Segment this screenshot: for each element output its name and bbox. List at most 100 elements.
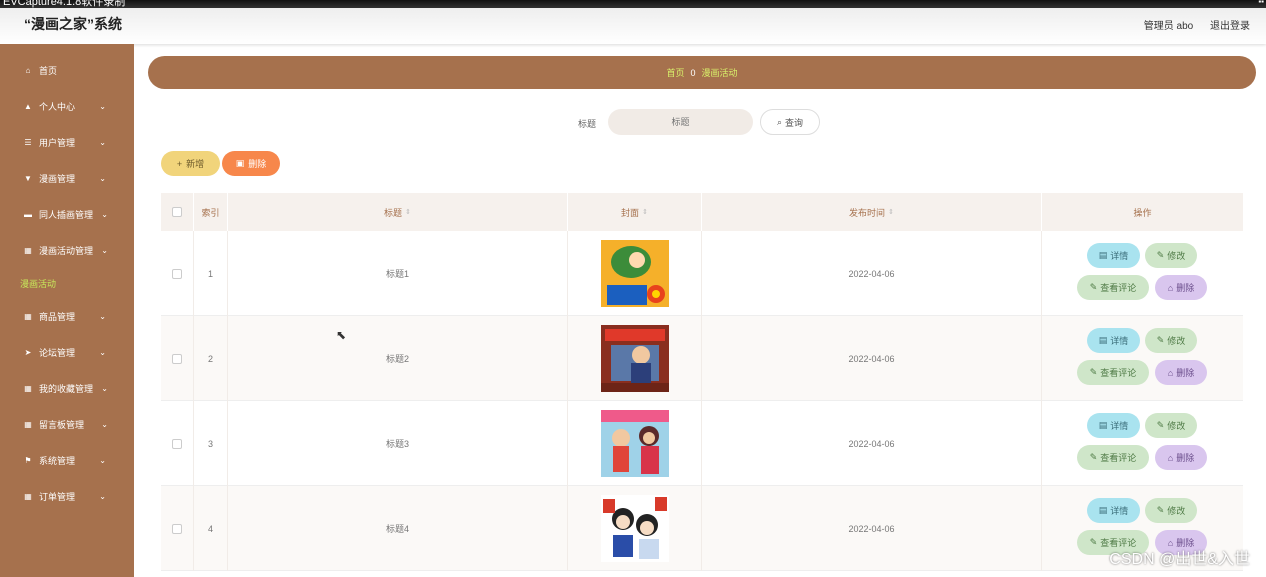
search-button[interactable]: ⌕ 查询 [760, 109, 820, 135]
row-time: 2022-04-06 [702, 231, 1042, 316]
trash-icon: ⌂ [1167, 452, 1174, 463]
row-checkbox[interactable] [172, 438, 182, 449]
add-button[interactable]: + 新增 [161, 151, 220, 176]
sidebar-item-comics[interactable]: ▼ 漫画管理 ⌄ [0, 160, 134, 196]
header-cover[interactable]: 封面 ⇕ [568, 193, 702, 231]
sidebar-item-orders[interactable]: ▦ 订单管理 ⌄ [0, 478, 134, 514]
edit-button[interactable]: ✎ 修改 [1145, 243, 1197, 268]
detail-button[interactable]: ▤ 详情 [1087, 413, 1140, 438]
app-title: “漫画之家”系统 [24, 16, 122, 32]
sidebar-item-products[interactable]: ▦ 商品管理 ⌄ [0, 298, 134, 334]
detail-label: 详情 [1110, 336, 1129, 346]
trash-icon: ⌂ [1167, 282, 1174, 293]
row-index: 4 [194, 486, 228, 571]
row-ops: ▤ 详情 ✎ 修改 ✎ 查看评论 ⌂ 删除 [1042, 316, 1243, 401]
breadcrumb-home[interactable]: 首页 [666, 66, 684, 79]
chevron-down-icon: ⌄ [99, 101, 106, 111]
row-time: 2022-04-06 [702, 401, 1042, 486]
logout-link[interactable]: 退出登录 [1210, 21, 1250, 32]
delete-button[interactable]: ⌂ 删除 [1155, 275, 1207, 300]
header-cover-label: 封面 [621, 207, 640, 218]
header-time[interactable]: 发布时间 ⇕ [702, 193, 1042, 231]
sidebar-item-favorites[interactable]: ▦ 我的收藏管理 ⌄ [0, 370, 134, 406]
user-icon: ▲ [24, 101, 32, 111]
search-label: 标题 [578, 119, 597, 129]
delete-button[interactable]: ⌂ 删除 [1155, 445, 1207, 470]
sidebar-item-label: 订单管理 [39, 491, 76, 502]
cover-art [600, 410, 669, 477]
row-title: 标题1 [228, 231, 568, 316]
row-cover-cell [568, 231, 702, 316]
row-checkbox[interactable] [172, 523, 182, 534]
sidebar-item-label: 漫画活动管理 [39, 245, 94, 256]
chevron-down-icon: ⌄ [99, 137, 106, 147]
delete-label: 删除 [1176, 453, 1195, 463]
trash-icon: ▣ [235, 158, 245, 168]
detail-label: 详情 [1110, 251, 1129, 261]
grid-icon: ▦ [24, 245, 32, 255]
cover-image[interactable] [600, 240, 669, 307]
edit-icon: ✎ [1156, 250, 1165, 260]
row-checkbox-cell [161, 316, 194, 401]
edit-button[interactable]: ✎ 修改 [1145, 413, 1197, 438]
delete-button[interactable]: ⌂ 删除 [1155, 360, 1207, 385]
sidebar-item-messages[interactable]: ▦ 留言板管理 ⌄ [0, 406, 134, 442]
detail-label: 详情 [1110, 506, 1129, 516]
detail-button[interactable]: ▤ 详情 [1087, 328, 1140, 353]
header-user-area: 管理员 abo 退出登录 [1130, 17, 1250, 32]
view-comments-button[interactable]: ✎ 查看评论 [1077, 360, 1149, 385]
sort-icon: ⇕ [888, 209, 894, 216]
chevron-down-icon: ⌄ [101, 383, 108, 393]
header-title-label: 标题 [384, 207, 403, 218]
sidebar-subitem-activities[interactable]: 漫画活动 [20, 277, 56, 290]
chevron-down-icon: ⌄ [99, 455, 106, 465]
chevron-down-icon: ⌄ [99, 347, 106, 357]
select-all-checkbox[interactable] [172, 207, 182, 217]
row-checkbox[interactable] [172, 353, 182, 364]
sidebar-item-system[interactable]: ⚑ 系统管理 ⌄ [0, 442, 134, 478]
header-title[interactable]: 标题 ⇕ [228, 193, 568, 231]
comments-label: 查看评论 [1100, 453, 1137, 463]
edit-button[interactable]: ✎ 修改 [1145, 498, 1197, 523]
search-input[interactable] [608, 109, 753, 135]
sidebar-item-fanart[interactable]: ▬ 同人插画管理 ⌄ [0, 196, 134, 232]
edit-icon: ✎ [1156, 505, 1165, 515]
book-icon: ▼ [24, 173, 32, 183]
chevron-down-icon: ⌄ [99, 311, 106, 321]
sidebar-item-home[interactable]: ⌂ 首页 [0, 52, 134, 88]
delete-button-label: 删除 [248, 159, 267, 169]
sidebar-item-label: 论坛管理 [39, 347, 76, 358]
chevron-down-icon: ⌄ [99, 173, 106, 183]
list-icon: ☰ [24, 137, 32, 147]
sidebar-item-profile[interactable]: ▲ 个人中心 ⌄ [0, 88, 134, 124]
row-ops: ▤ 详情 ✎ 修改 ✎ 查看评论 ⌂ 删除 [1042, 401, 1243, 486]
detail-button[interactable]: ▤ 详情 [1087, 243, 1140, 268]
sidebar: ⌂ 首页 ▲ 个人中心 ⌄ ☰ 用户管理 ⌄ ▼ 漫画管理 ⌄ ▬ 同人插画管理… [0, 44, 134, 577]
view-comments-button[interactable]: ✎ 查看评论 [1077, 445, 1149, 470]
cover-image[interactable] [600, 410, 669, 477]
batch-delete-button[interactable]: ▣ 删除 [222, 151, 280, 176]
table-row: 3 标题3 2022-04-06 ▤ 详情 ✎ 修改 ✎ 查看评论 ⌂ 删除 [161, 401, 1243, 486]
sidebar-item-activities[interactable]: ▦ 漫画活动管理 ⌄ [0, 232, 134, 268]
sidebar-item-users[interactable]: ☰ 用户管理 ⌄ [0, 124, 134, 160]
sidebar-item-label: 个人中心 [39, 101, 76, 112]
delete-label: 删除 [1176, 283, 1195, 293]
chevron-down-icon: ⌄ [101, 245, 108, 255]
grid-icon: ▦ [24, 419, 32, 429]
cover-image[interactable] [600, 495, 669, 562]
row-checkbox[interactable] [172, 268, 182, 279]
sidebar-item-label: 漫画管理 [39, 173, 76, 184]
view-comments-button[interactable]: ✎ 查看评论 [1077, 275, 1149, 300]
chevron-down-icon: ⌄ [101, 209, 108, 219]
add-button-label: 新增 [186, 159, 205, 169]
search-button-label: 查询 [785, 117, 804, 128]
detail-label: 详情 [1110, 421, 1129, 431]
breadcrumb-separator: 0 [690, 67, 696, 78]
detail-button[interactable]: ▤ 详情 [1087, 498, 1140, 523]
sidebar-item-forum[interactable]: ➤ 论坛管理 ⌄ [0, 334, 134, 370]
sort-icon: ⇕ [405, 209, 411, 216]
cover-image[interactable] [600, 325, 669, 392]
edit-label: 修改 [1167, 251, 1186, 261]
edit-button[interactable]: ✎ 修改 [1145, 328, 1197, 353]
grid-icon: ▦ [24, 311, 32, 321]
